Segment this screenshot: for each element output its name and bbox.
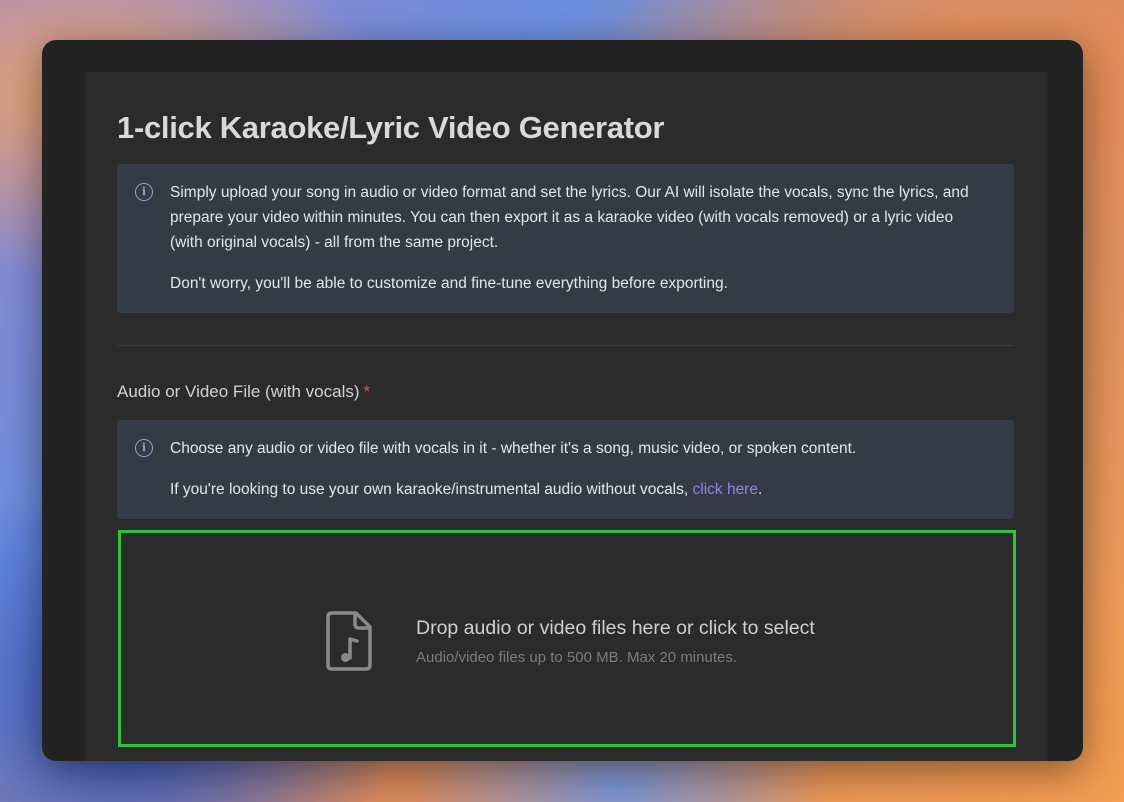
upload-info-line-2-text: If you're looking to use your own karaok… (170, 481, 689, 498)
upload-info-box: i Choose any audio or video file with vo… (117, 420, 1014, 519)
dropzone-primary-text: Drop audio or video files here or click … (416, 617, 815, 639)
upload-field-label-text: Audio or Video File (with vocals) (117, 382, 360, 401)
intro-paragraph-2: Don't worry, you'll be able to customize… (170, 275, 728, 292)
upload-field-label: Audio or Video File (with vocals) * (117, 382, 370, 402)
dropzone-secondary-text: Audio/video files up to 500 MB. Max 20 m… (416, 649, 738, 666)
click-here-link[interactable]: click here (693, 481, 758, 498)
intro-paragraph-1: Simply upload your song in audio or vide… (170, 184, 969, 251)
page-title: 1-click Karaoke/Lyric Video Generator (117, 110, 665, 145)
info-icon: i (135, 439, 153, 457)
intro-info-box: i Simply upload your song in audio or vi… (117, 164, 1014, 313)
upload-info-line-2: If you're looking to use your own karaok… (170, 477, 990, 502)
app-window: 1-click Karaoke/Lyric Video Generator i … (42, 40, 1083, 761)
upload-info-line-2-suffix: . (757, 481, 763, 498)
file-dropzone[interactable]: Drop audio or video files here or click … (118, 530, 1016, 747)
required-marker: * (363, 382, 371, 401)
music-file-icon (326, 611, 372, 671)
section-divider (117, 345, 1014, 346)
main-panel: 1-click Karaoke/Lyric Video Generator i … (85, 72, 1046, 761)
upload-info-line-1: Choose any audio or video file with voca… (170, 440, 857, 457)
info-icon: i (135, 183, 153, 201)
